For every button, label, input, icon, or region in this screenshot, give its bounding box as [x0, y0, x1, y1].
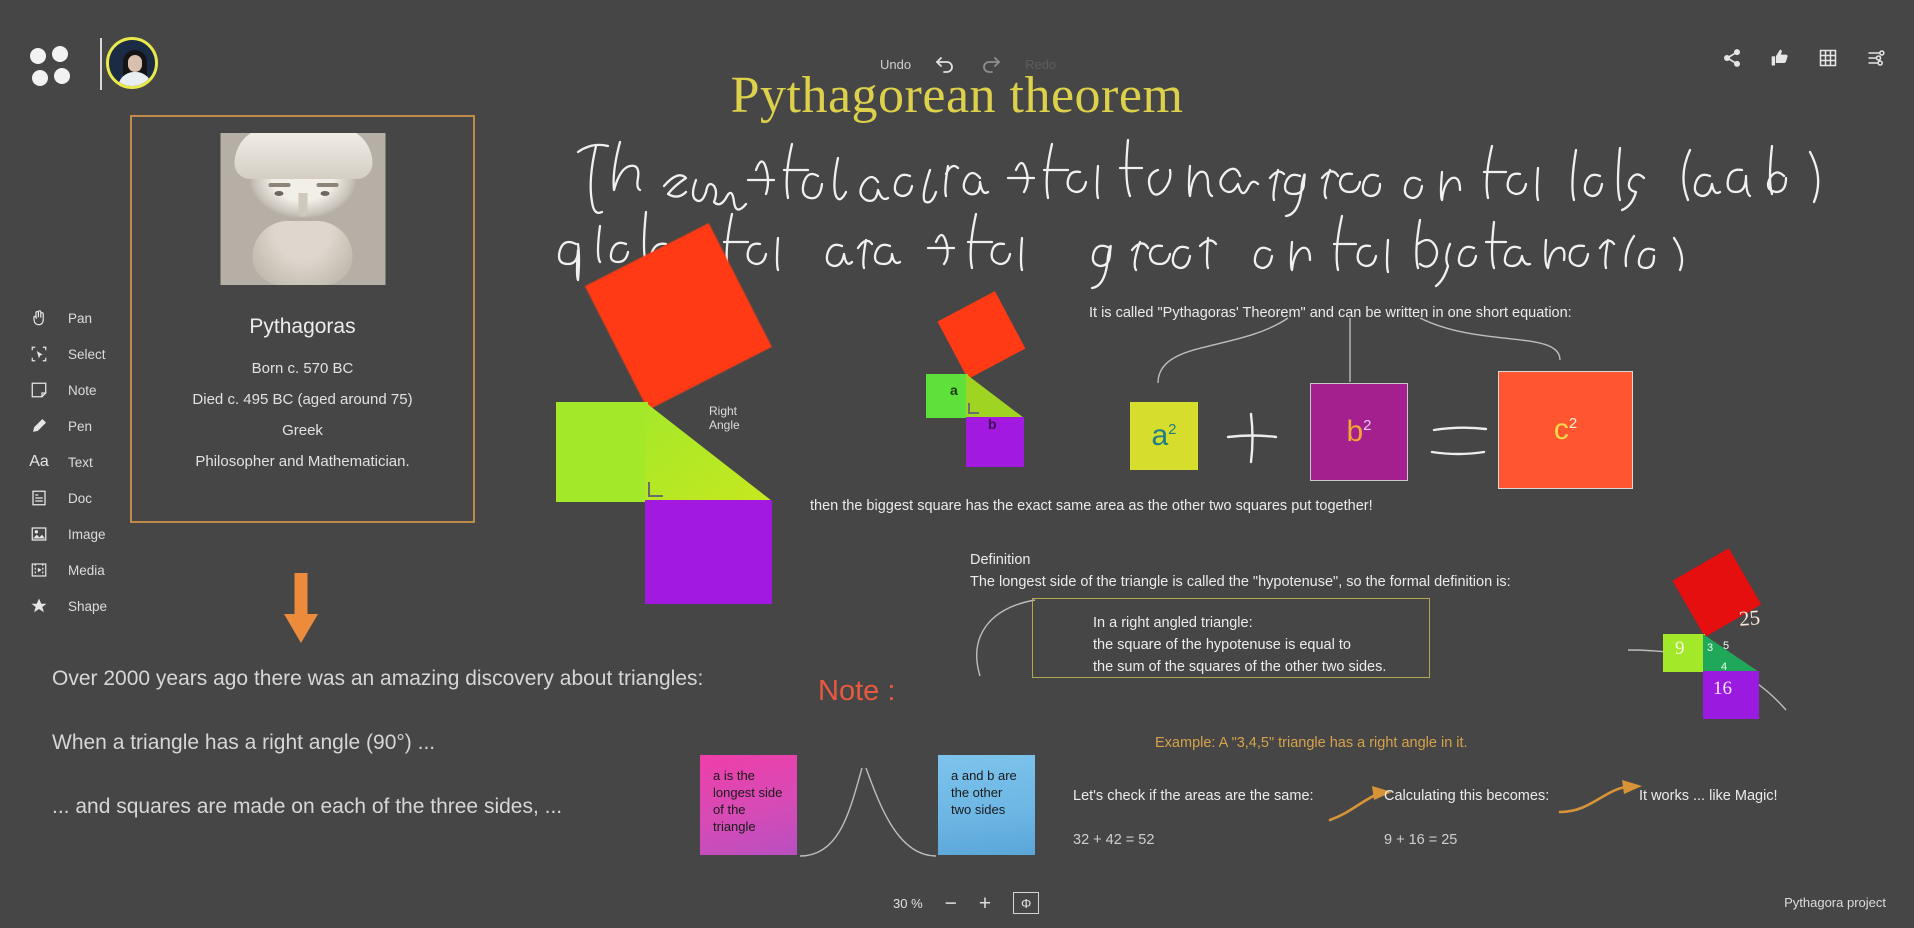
pythagoras-born: Born c. 570 BC [251, 360, 354, 377]
pythagoras-name: Pythagoras [249, 315, 356, 338]
tool-select-label: Select [68, 346, 106, 362]
top-right-actions [1722, 48, 1886, 68]
tool-note-label: Note [68, 382, 97, 398]
top-bar: Undo Redo Pythagorean theorem [0, 0, 1914, 124]
zoom-out-button[interactable]: − [945, 893, 957, 914]
sticky-note-pink[interactable]: a is the longest side of the triangle [700, 755, 797, 855]
label-side-3: 3 [1707, 642, 1714, 654]
note-heading: Note : [818, 675, 896, 707]
pythagoras-portrait [220, 133, 385, 285]
orange-down-arrow-icon [284, 573, 318, 643]
tool-shape-label: Shape [68, 598, 108, 614]
pythagoras-card[interactable]: Pythagoras Born c. 570 BC Died c. 495 BC… [130, 115, 475, 523]
large-purple-square [645, 500, 772, 604]
right-angle-label: Right Angle [709, 404, 740, 432]
mid-label-a: a [950, 382, 958, 398]
canvas-root[interactable]: Undo Redo Pythagorean theorem Pan Select… [0, 0, 1914, 928]
definition-box-text: In a right angled triangle: the square o… [1093, 615, 1387, 675]
definition-title: Definition [970, 552, 1031, 568]
star-shape-icon [28, 595, 50, 617]
label-area-16: 16 [1713, 678, 1732, 699]
equation-square-a[interactable]: a2 [1130, 402, 1198, 470]
document-icon [28, 487, 50, 509]
it-works-text: It works ... like Magic! [1639, 788, 1778, 804]
mid-red-square [937, 291, 1026, 379]
tool-doc-label: Doc [68, 490, 93, 506]
right-angle-marker [648, 482, 663, 497]
text-aa-icon: Aa [29, 453, 49, 470]
mid-right-angle-marker [968, 403, 979, 414]
pythagoras-died: Died c. 495 BC (aged around 75) [192, 391, 413, 408]
page-title: Pythagorean theorem [730, 67, 1184, 124]
project-name-label: Pythagora project [1784, 895, 1886, 910]
grid-icon[interactable] [1818, 48, 1838, 68]
tool-shape[interactable]: Shape [28, 588, 107, 624]
tool-pan[interactable]: Pan [28, 300, 107, 336]
pythagoras-occupation: Philosopher and Mathematician. [195, 453, 410, 470]
tool-image[interactable]: Image [28, 516, 107, 552]
biggest-square-text: then the biggest square has the exact sa… [810, 498, 1373, 514]
pythagoras-details: Born c. 570 BC Died c. 495 BC (aged arou… [132, 353, 473, 477]
tool-palette: Pan Select Note Pen Aa Text Doc Image Me… [28, 300, 107, 624]
media-film-icon [28, 559, 50, 581]
diagram-large-squares[interactable]: Right Angle [556, 223, 876, 622]
large-red-square [584, 223, 772, 410]
tool-image-label: Image [68, 526, 106, 542]
sticky-note-icon [28, 379, 50, 401]
pen-icon [28, 415, 50, 437]
body-line-1: Over 2000 years ago there was an amazing… [52, 667, 704, 690]
label-side-5: 5 [1723, 640, 1730, 652]
definition-subtitle: The longest side of the triangle is call… [970, 574, 1511, 590]
tool-text[interactable]: Aa Text [28, 444, 107, 480]
tool-pen-label: Pen [68, 418, 93, 434]
check-areas-text: Let's check if the areas are the same: [1073, 788, 1314, 804]
tool-doc[interactable]: Doc [28, 480, 107, 516]
diagram-345[interactable]: 9 16 25 3 4 5 [1655, 548, 1905, 733]
equation-label-c: c2 [1553, 413, 1578, 446]
called-theorem-text: It is called "Pythagoras' Theorem" and c… [1089, 305, 1572, 321]
tool-media[interactable]: Media [28, 552, 107, 588]
example-text: Example: A "3,4,5" triangle has a right … [1155, 735, 1468, 751]
equation-line-1: 32 + 42 = 52 [1073, 832, 1155, 848]
diagram-mid-ab[interactable]: a b [926, 291, 1076, 467]
tool-pen[interactable]: Pen [28, 408, 107, 444]
equation-label-a: a2 [1151, 419, 1177, 452]
tool-pan-label: Pan [68, 310, 93, 326]
equation-square-c[interactable]: c2 [1498, 371, 1633, 489]
share-icon[interactable] [1722, 48, 1742, 68]
definition-box[interactable]: In a right angled triangle: the square o… [1032, 598, 1430, 678]
hand-icon [28, 307, 50, 329]
label-area-25: 25 [1737, 605, 1761, 631]
fit-to-screen-icon[interactable]: Φ [1013, 892, 1040, 914]
equation-line-2: 9 + 16 = 25 [1384, 832, 1458, 848]
tool-media-label: Media [68, 562, 105, 578]
zoom-control-bar: 30 % − + Φ [893, 892, 1040, 914]
settings-sliders-icon[interactable] [1866, 48, 1886, 68]
image-icon [28, 523, 50, 545]
zoom-level-value: 30 % [893, 895, 923, 911]
equation-label-b: b2 [1346, 415, 1372, 448]
select-marquee-icon [28, 343, 50, 365]
tool-note[interactable]: Note [28, 372, 107, 408]
thumbs-up-icon[interactable] [1770, 48, 1790, 68]
sticky-note-blue[interactable]: a and b are the other two sides [938, 755, 1035, 855]
zoom-in-button[interactable]: + [979, 893, 991, 914]
calculating-text: Calculating this becomes: [1384, 788, 1550, 804]
label-area-9: 9 [1675, 638, 1685, 659]
mid-green-square [926, 374, 968, 418]
label-side-4: 4 [1721, 661, 1728, 673]
mid-label-b: b [988, 416, 997, 432]
equation-square-b[interactable]: b2 [1310, 383, 1408, 481]
large-green-square [556, 402, 648, 502]
tool-select[interactable]: Select [28, 336, 107, 372]
body-line-2: When a triangle has a right angle (90°) … [52, 731, 436, 754]
pythagoras-nationality: Greek [282, 422, 323, 439]
tool-text-label: Text [68, 454, 93, 470]
